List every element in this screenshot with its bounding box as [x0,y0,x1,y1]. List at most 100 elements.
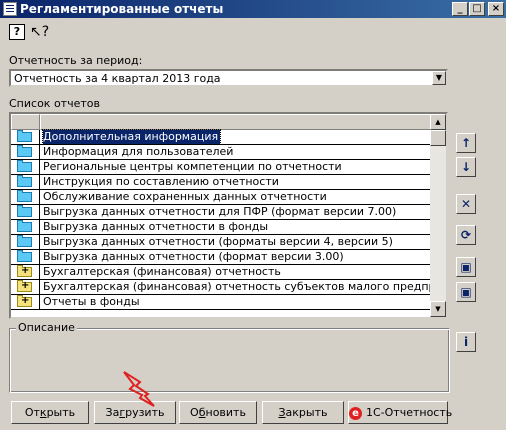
description-label: Описание [16,321,77,334]
1c-otchetnost-button[interactable]: e 1С-Отчетность [348,401,452,424]
list-item[interactable]: Региональные центры компетенции по отчет… [11,160,432,175]
list-item[interactable]: Обслуживание сохраненных данных отчетнос… [11,190,432,205]
list-item-label: Выгрузка данных отчетности в фонды [43,220,269,233]
list-item-label: Выгрузка данных отчетности (формат верси… [43,250,344,263]
list-item-label: Отчеты в фонды [43,295,140,308]
folder-icon [17,190,32,202]
close-dialog-button[interactable]: Закрыть [262,401,344,424]
arrow-down-icon: ↓ [460,160,472,174]
close-dialog-button-text-rest: акрыть [285,406,328,419]
list-item-label: Бухгалтерская (финансовая) отчетность су… [43,280,430,293]
list-item[interactable]: Выгрузка данных отчетности (форматы верс… [11,235,432,250]
open-button-text-rest: рыть [46,406,76,419]
list-item[interactable]: Информация для пользователей [11,145,432,160]
app-icon [3,2,17,16]
list-item-label: Региональные центры компетенции по отчет… [43,160,342,173]
folder-icon [17,175,32,187]
list-item-label: Информация для пользователей [43,145,234,158]
update-button[interactable]: Обновить [179,401,257,424]
window-title: Регламентированные отчеты [20,2,224,16]
list-item[interactable]: Выгрузка данных отчетности в фонды [11,220,432,235]
list-header-icon-column[interactable] [11,114,40,130]
list-item[interactable]: Выгрузка данных отчетности (формат верси… [11,250,432,265]
folder-plus-icon [17,265,32,277]
update-button-mnemonic: б [198,406,206,419]
list-item-label: Инструкция по составлению отчетности [43,175,279,188]
list-item-icon-cell [11,130,40,144]
list-item-label: Дополнительная информация [41,129,222,145]
folder-icon [17,160,32,172]
refresh-button[interactable]: ⟳ [456,225,476,245]
delete-button[interactable]: ✕ [456,194,476,214]
list-item-icon-cell [11,145,40,159]
folder-icon [17,205,32,217]
period-value: Отчетность за 4 квартал 2013 года [14,72,221,85]
reports-list[interactable]: Дополнительная информация Информация для … [9,112,448,319]
delete-icon: ✕ [460,197,472,211]
move-up-button[interactable]: ↑ [456,133,476,153]
maximize-button[interactable]: □ [469,2,485,16]
list-scrollbar[interactable]: ▲ ▼ [430,114,446,317]
list-item-label: Бухгалтерская (финансовая) отчетность [43,265,281,278]
folder-plus-icon [17,295,32,307]
scroll-up-button[interactable]: ▲ [430,114,446,130]
list-item-icon-cell [11,265,40,279]
title-bar: Регламентированные отчеты _ □ × [0,0,506,18]
export-icon: ▣ [460,285,472,299]
load-button-text: За [105,406,120,419]
open-button-text: От [24,406,40,419]
list-item[interactable]: Бухгалтерская (финансовая) отчетность су… [11,280,432,295]
open-button[interactable]: Открыть [11,401,89,424]
folder-icon [17,235,32,247]
main-window: Регламентированные отчеты _ □ × ? ↖? Отч… [0,0,506,430]
list-item-label: Выгрузка данных отчетности (форматы верс… [43,235,393,248]
list-item-icon-cell [11,190,40,204]
list-item[interactable]: Отчеты в фонды [11,295,432,310]
close-button[interactable]: × [488,2,504,16]
folder-icon [17,145,32,157]
export-button[interactable]: ▣ [456,282,476,302]
help-icon[interactable]: ? [9,24,25,40]
lightning-marker-icon [123,371,155,407]
list-item-label: Выгрузка данных отчетности для ПФР (форм… [43,205,397,218]
refresh-icon: ⟳ [460,228,472,242]
list-item[interactable]: Дополнительная информация [11,129,432,145]
info-button[interactable]: i [456,332,476,352]
folder-plus-icon [17,280,32,292]
period-select[interactable]: Отчетность за 4 квартал 2013 года ▼ [9,69,448,87]
scroll-thumb[interactable] [430,130,446,146]
minimize-button[interactable]: _ [452,2,468,16]
list-item-icon-cell [11,280,40,294]
list-item-label: Обслуживание сохраненных данных отчетнос… [43,190,327,203]
update-button-text-rest: новить [205,406,246,419]
import-icon: ▣ [460,260,472,274]
arrow-up-icon: ↑ [460,136,472,150]
period-label: Отчетность за период: [9,54,143,67]
list-header-name-column[interactable] [40,114,432,130]
list-item-icon-cell [11,295,40,309]
list-item[interactable]: Инструкция по составлению отчетности [11,175,432,190]
scroll-down-button[interactable]: ▼ [430,301,446,317]
1c-otchetnost-label: 1С-Отчетность [366,406,453,419]
list-item-icon-cell [11,205,40,219]
import-button[interactable]: ▣ [456,257,476,277]
reports-list-label: Список отчетов [9,97,100,110]
list-item-icon-cell [11,160,40,174]
list-item[interactable]: Выгрузка данных отчетности для ПФР (форм… [11,205,432,220]
info-icon: i [463,335,469,349]
folder-icon [17,130,32,142]
whats-this-icon[interactable]: ↖? [30,24,49,40]
list-item[interactable]: Бухгалтерская (финансовая) отчетность [11,265,432,280]
move-down-button[interactable]: ↓ [456,157,476,177]
list-item-icon-cell [11,250,40,264]
chevron-down-icon[interactable]: ▼ [432,71,446,85]
close-dialog-button-mnemonic: З [278,406,286,419]
update-button-text: О [190,406,199,419]
list-item-icon-cell [11,220,40,234]
list-item-icon-cell [11,175,40,189]
description-group: Описание [9,321,450,393]
list-item-icon-cell [11,235,40,249]
1c-otchetnost-logo-icon: e [349,406,362,420]
open-button-mnemonic: к [39,406,47,419]
folder-icon [17,220,32,232]
